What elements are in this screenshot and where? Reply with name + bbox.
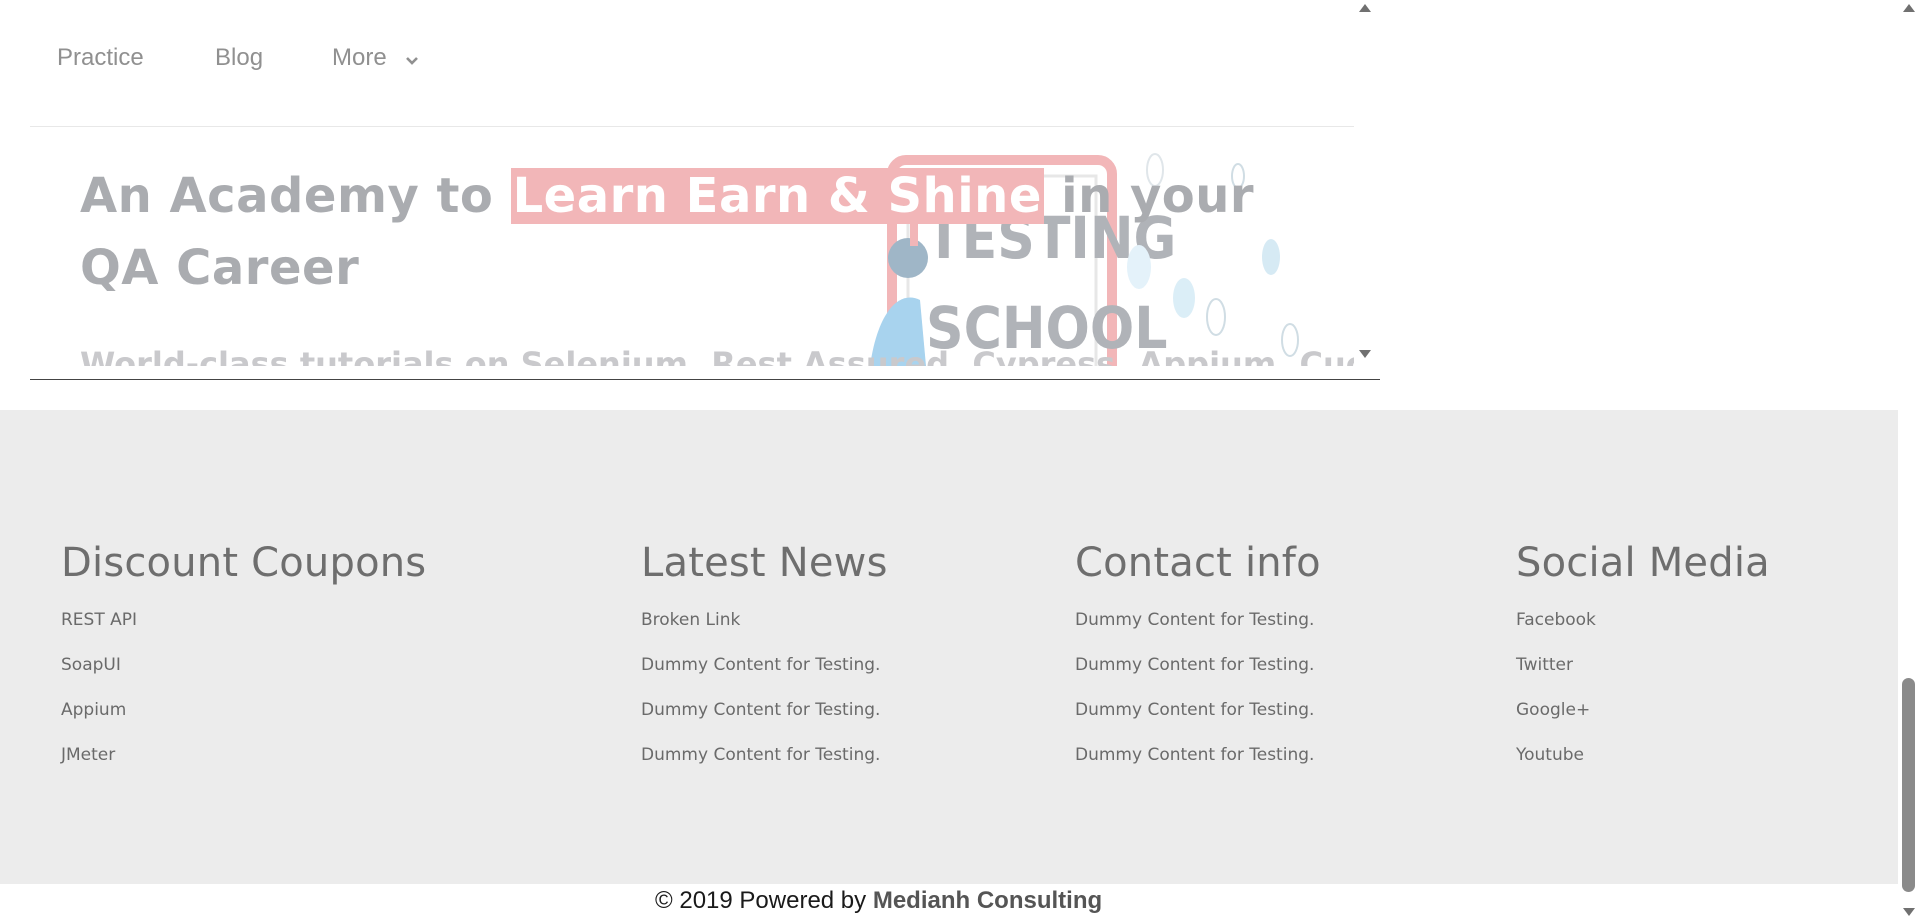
footer-col-title: Discount Coupons	[61, 540, 427, 586]
footer-link-dummy[interactable]: Dummy Content for Testing.	[1075, 700, 1321, 745]
footer-link-youtube[interactable]: Youtube	[1516, 745, 1770, 790]
embedded-frame[interactable]: Practice Blog More TESTING SCHOOL An Aca…	[30, 0, 1380, 380]
footer-link-jmeter[interactable]: JMeter	[61, 745, 426, 790]
page-scroll-thumb[interactable]	[1902, 678, 1915, 892]
footer-link-dummy[interactable]: Dummy Content for Testing.	[1075, 745, 1321, 790]
footer-link-rest-api[interactable]: REST API	[61, 610, 426, 655]
footer-col-title: Contact info	[1075, 540, 1321, 586]
frame-border	[30, 379, 1380, 380]
footer-col-title: Social Media	[1516, 540, 1770, 586]
page-scroll-up-icon[interactable]	[1903, 4, 1915, 12]
footer-link-dummy[interactable]: Dummy Content for Testing.	[1075, 655, 1321, 700]
footer-link-google-plus[interactable]: Google+	[1516, 700, 1770, 745]
footer-col-discount-coupons: Discount Coupons REST API SoapUI Appium …	[61, 540, 426, 790]
frame-scroll-up-icon[interactable]	[1359, 4, 1371, 12]
footer-link-dummy[interactable]: Dummy Content for Testing.	[641, 745, 888, 790]
footer-link-dummy[interactable]: Dummy Content for Testing.	[1075, 610, 1321, 655]
footer-col-latest-news: Latest News Broken Link Dummy Content fo…	[641, 540, 888, 790]
footer-link-facebook[interactable]: Facebook	[1516, 610, 1770, 655]
footer-col-title: Latest News	[641, 540, 888, 586]
brand-link[interactable]: Medianh Consulting	[873, 887, 1102, 914]
footer-link-twitter[interactable]: Twitter	[1516, 655, 1770, 700]
hero-title-highlight: Learn Earn & Shine	[510, 168, 1044, 224]
nav-item-more[interactable]: More	[332, 44, 419, 73]
copyright-prefix: © 2019 Powered by	[655, 887, 873, 914]
nav-item-blog[interactable]: Blog	[215, 44, 263, 72]
chevron-down-icon	[405, 45, 419, 73]
page: Practice Blog More TESTING SCHOOL An Aca…	[0, 0, 1920, 920]
footer-col-social-media: Social Media Facebook Twitter Google+ Yo…	[1516, 540, 1770, 790]
footer-link-dummy[interactable]: Dummy Content for Testing.	[641, 655, 888, 700]
footer-col-contact-info: Contact info Dummy Content for Testing. …	[1075, 540, 1321, 790]
footer-link-soapui[interactable]: SoapUI	[61, 655, 426, 700]
nav-item-practice[interactable]: Practice	[57, 44, 144, 72]
footer-link-broken-link[interactable]: Broken Link	[641, 610, 888, 655]
top-nav: Practice Blog More	[30, 0, 1354, 127]
copyright: © 2019 Powered by Medianh Consulting	[655, 887, 1102, 915]
frame-scrollbar[interactable]	[1354, 0, 1380, 366]
page-scrollbar[interactable]	[1898, 0, 1920, 920]
hero-heading: An Academy to Learn Earn & Shine in your…	[80, 160, 1280, 304]
hero-subtitle: World-class tutorials on Selenium, Rest …	[80, 345, 1354, 366]
nav-item-more-label: More	[332, 44, 387, 71]
footer: Discount Coupons REST API SoapUI Appium …	[0, 410, 1898, 884]
frame-scroll-down-icon[interactable]	[1359, 350, 1371, 358]
footer-link-appium[interactable]: Appium	[61, 700, 426, 745]
footer-link-dummy[interactable]: Dummy Content for Testing.	[641, 700, 888, 745]
frame-content: Practice Blog More TESTING SCHOOL An Aca…	[30, 0, 1354, 366]
page-scroll-down-icon[interactable]	[1903, 908, 1915, 916]
hero-title-pre: An Academy to	[80, 168, 511, 224]
